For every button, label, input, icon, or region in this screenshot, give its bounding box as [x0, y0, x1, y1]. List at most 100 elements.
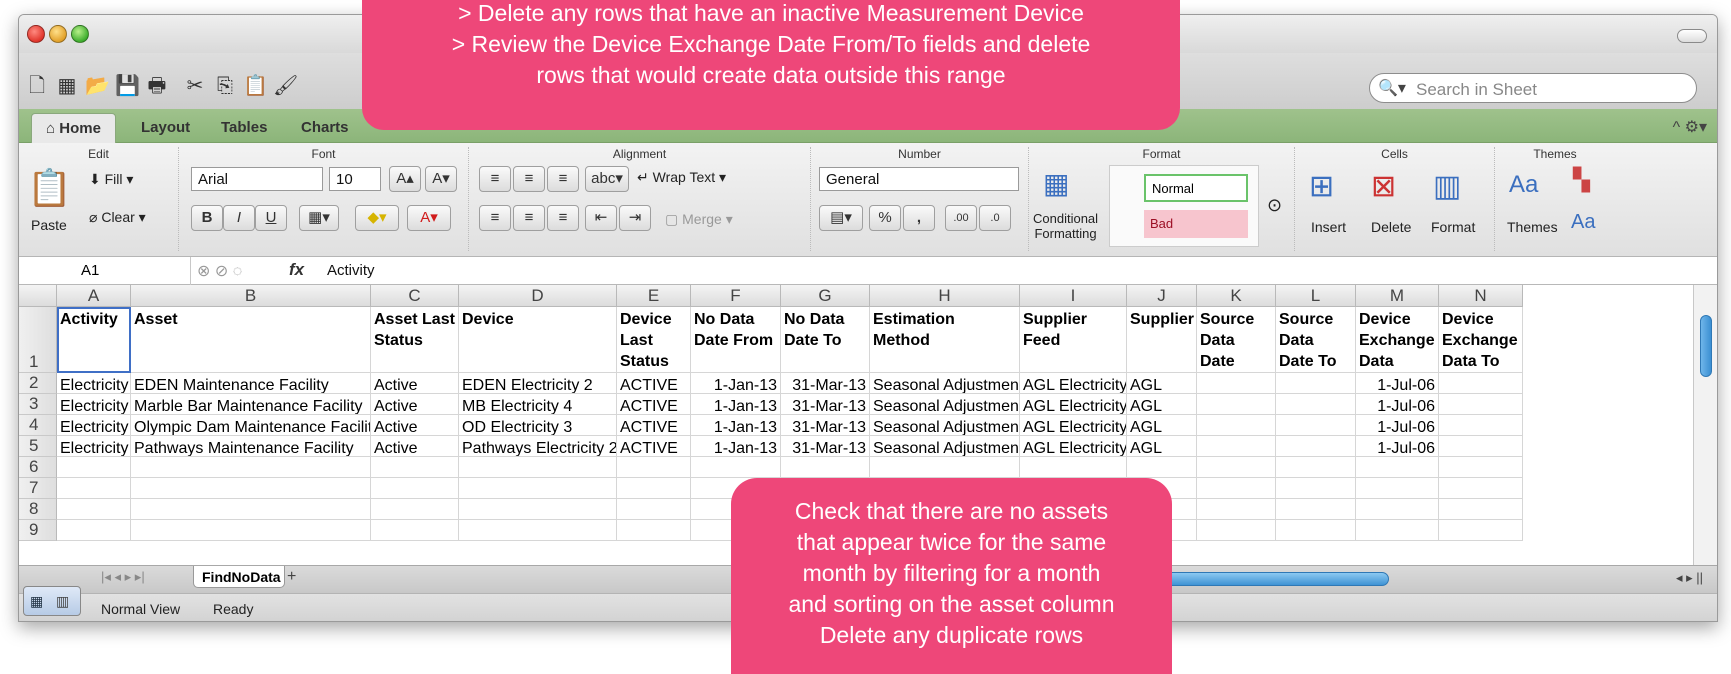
theme-fonts-icon[interactable]: Aa [1571, 211, 1595, 234]
tab-layout[interactable]: Layout [127, 113, 204, 143]
align-top-icon[interactable]: ≡ [479, 166, 511, 192]
table-cell[interactable]: ACTIVE [617, 415, 691, 436]
paste-icon[interactable]: 📋 [243, 73, 268, 99]
bold-button[interactable]: B [191, 205, 223, 231]
table-cell[interactable] [1276, 520, 1356, 541]
table-cell[interactable]: Seasonal Adjustment [870, 373, 1020, 394]
table-cell[interactable] [1439, 499, 1523, 520]
table-cell[interactable] [1276, 436, 1356, 457]
save-icon[interactable]: 💾 [115, 73, 140, 99]
open-icon[interactable]: 📂 [85, 73, 110, 99]
table-cell[interactable]: Pathways Maintenance Facility [131, 436, 371, 457]
formula-input[interactable]: Activity [327, 262, 375, 279]
table-cell[interactable] [1197, 373, 1276, 394]
table-cell[interactable]: Pathways Electricity 2 [459, 436, 617, 457]
table-cell[interactable]: Electricity [57, 436, 131, 457]
row-header-3[interactable]: 3 [19, 394, 57, 415]
table-cell[interactable] [1276, 373, 1356, 394]
search-sheet-field[interactable]: 🔍▾ Search in Sheet [1369, 73, 1697, 103]
table-cell[interactable] [1197, 436, 1276, 457]
toolbar-toggle-button[interactable] [1677, 29, 1707, 43]
column-header-l[interactable]: L [1276, 285, 1356, 307]
table-cell[interactable]: Seasonal Adjustment [870, 436, 1020, 457]
table-cell[interactable]: 31-Mar-13 [781, 436, 870, 457]
table-cell[interactable]: 31-Mar-13 [781, 373, 870, 394]
table-cell[interactable] [371, 457, 459, 478]
styles-more-icon[interactable]: ⊙ [1267, 195, 1282, 216]
insert-cells-icon[interactable]: ⊞ [1309, 169, 1334, 204]
table-cell[interactable]: 1-Jan-13 [691, 415, 781, 436]
conditional-formatting-icon[interactable]: ▦ [1043, 167, 1069, 200]
table-cell[interactable] [371, 478, 459, 499]
table-cell[interactable] [459, 478, 617, 499]
style-bad[interactable]: Bad [1144, 210, 1248, 238]
normal-view-icon[interactable]: ▦ [30, 593, 43, 610]
table-cell[interactable]: 1-Jan-13 [691, 436, 781, 457]
table-cell[interactable]: AGL Electricity [1020, 394, 1127, 415]
style-normal[interactable]: Normal [1144, 174, 1248, 202]
format-button[interactable]: Format [1431, 219, 1475, 235]
table-cell[interactable] [459, 499, 617, 520]
table-cell[interactable]: Active [371, 394, 459, 415]
header-cell[interactable]: Source Data Date To [1276, 307, 1356, 373]
header-cell[interactable]: Device [459, 307, 617, 373]
table-cell[interactable] [617, 499, 691, 520]
number-format-select[interactable]: General [819, 167, 1019, 191]
close-window-button[interactable] [27, 25, 45, 43]
header-cell[interactable]: No Data Date To [781, 307, 870, 373]
table-cell[interactable] [1276, 415, 1356, 436]
increase-decimal-icon[interactable]: .00 [945, 205, 977, 231]
header-cell[interactable]: Source Data Date From [1197, 307, 1276, 373]
accounting-format-icon[interactable]: ▤▾ [819, 205, 863, 231]
table-cell[interactable] [131, 520, 371, 541]
row-header-4[interactable]: 4 [19, 415, 57, 436]
table-cell[interactable] [1276, 394, 1356, 415]
table-cell[interactable] [1020, 457, 1127, 478]
decrease-decimal-icon[interactable]: .0 [979, 205, 1011, 231]
column-header-j[interactable]: J [1127, 285, 1197, 307]
theme-colors-icon[interactable]: ▚ [1573, 167, 1590, 193]
table-cell[interactable] [57, 478, 131, 499]
table-cell[interactable]: AGL [1127, 394, 1197, 415]
table-cell[interactable]: MB Electricity 4 [459, 394, 617, 415]
table-cell[interactable]: Active [371, 436, 459, 457]
borders-icon[interactable]: ▦▾ [299, 205, 339, 231]
table-cell[interactable] [459, 457, 617, 478]
decrease-font-icon[interactable]: A▾ [425, 166, 457, 192]
percent-style-button[interactable]: % [869, 205, 901, 231]
formula-bar-controls-icon[interactable]: ⊗ ⊘ ◌ [197, 261, 242, 281]
table-cell[interactable]: ACTIVE [617, 373, 691, 394]
minimize-window-button[interactable] [49, 25, 67, 43]
header-cell[interactable]: Asset Last Status [371, 307, 459, 373]
column-header-m[interactable]: M [1356, 285, 1439, 307]
table-cell[interactable] [1197, 394, 1276, 415]
column-header-a[interactable]: A [57, 285, 131, 307]
table-cell[interactable] [1439, 415, 1523, 436]
name-box[interactable]: A1 [19, 257, 191, 285]
table-cell[interactable]: 31-Mar-13 [781, 415, 870, 436]
format-cells-icon[interactable]: ▥ [1433, 169, 1461, 204]
vertical-scroll-thumb[interactable] [1700, 315, 1712, 377]
table-cell[interactable] [1439, 457, 1523, 478]
table-cell[interactable] [1197, 499, 1276, 520]
table-cell[interactable] [1439, 520, 1523, 541]
delete-cells-icon[interactable]: ⊠ [1371, 169, 1396, 204]
table-cell[interactable] [1356, 478, 1439, 499]
paste-button[interactable]: Paste [31, 217, 67, 233]
add-sheet-icon[interactable]: + [287, 568, 296, 586]
align-left-icon[interactable]: ≡ [479, 205, 511, 231]
table-cell[interactable]: Active [371, 415, 459, 436]
table-cell[interactable] [1197, 457, 1276, 478]
table-cell[interactable]: Electricity [57, 394, 131, 415]
table-cell[interactable] [1197, 478, 1276, 499]
table-cell[interactable]: 1-Jan-13 [691, 373, 781, 394]
ribbon-options-icon[interactable]: ^ ⚙▾ [1673, 117, 1707, 137]
font-color-icon[interactable]: A▾ [407, 205, 451, 231]
table-cell[interactable]: Active [371, 373, 459, 394]
header-cell[interactable]: No Data Date From [691, 307, 781, 373]
delete-button[interactable]: Delete [1371, 219, 1411, 235]
table-cell[interactable]: 1-Jan-13 [691, 394, 781, 415]
select-all-corner[interactable] [19, 285, 57, 307]
table-cell[interactable]: ACTIVE [617, 394, 691, 415]
header-cell[interactable]: Asset [131, 307, 371, 373]
